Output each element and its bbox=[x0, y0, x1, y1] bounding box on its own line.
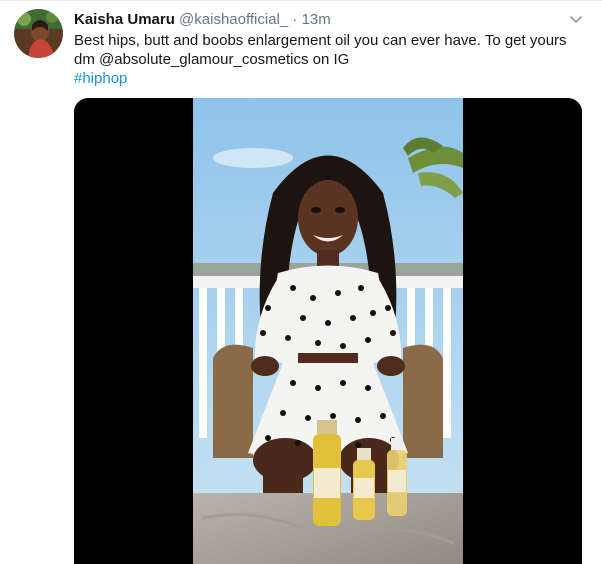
display-name[interactable]: Kaisha Umaru bbox=[74, 11, 175, 28]
video-frame bbox=[193, 98, 463, 564]
separator-dot: · bbox=[292, 11, 298, 28]
chevron-down-icon[interactable] bbox=[568, 11, 584, 27]
video-player[interactable] bbox=[74, 98, 582, 564]
tweet-text-line: dm @absolute_glamour_cosmetics on IG bbox=[74, 51, 350, 68]
avatar[interactable] bbox=[14, 9, 63, 58]
avatar-photo bbox=[14, 9, 63, 58]
tweet-timestamp[interactable]: 13m bbox=[302, 11, 331, 28]
tweet-text: Best hips, butt and boobs enlargement oi… bbox=[74, 31, 586, 88]
video-thumbnail bbox=[193, 98, 463, 564]
user-handle[interactable]: @kaishaofficial_ bbox=[179, 11, 288, 28]
tweet-text-line: Best hips, butt and boobs enlargement oi… bbox=[74, 32, 567, 49]
tweet-header: Kaisha Umaru @kaishaofficial_ · 13m bbox=[74, 10, 562, 30]
tweet-card[interactable]: Kaisha Umaru @kaishaofficial_ · 13m Best… bbox=[0, 0, 602, 564]
hashtag-link[interactable]: #hiphop bbox=[74, 69, 586, 88]
